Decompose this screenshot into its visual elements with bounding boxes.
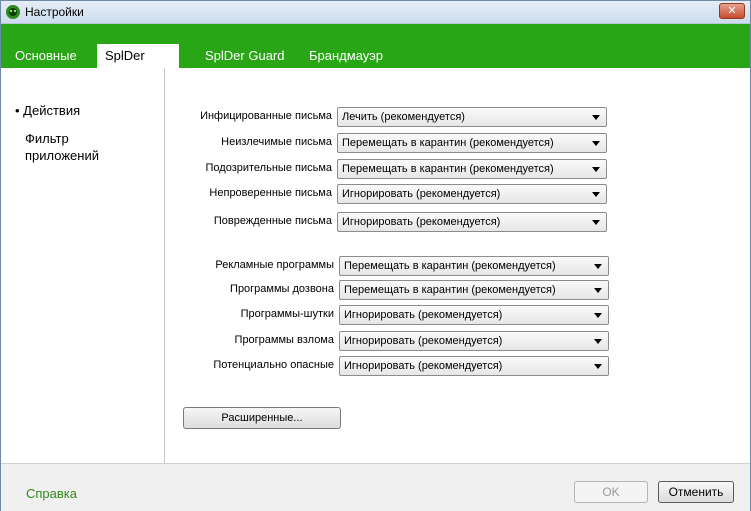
row-label: Потенциально опасные (213, 359, 334, 371)
tab-spider-guard[interactable]: SplDer Guard (197, 44, 292, 68)
select-infected-mail[interactable]: Лечить (рекомендуется) (337, 107, 607, 127)
select-value: Игнорировать (рекомендуется) (342, 188, 501, 200)
select-value: Игнорировать (рекомендуется) (344, 335, 503, 347)
tab-bar: Основные SplDer Mail SplDer Guard Брандм… (1, 24, 750, 87)
select-value: Игнорировать (рекомендуется) (344, 360, 503, 372)
select-suspicious-mail[interactable]: Перемещать в карантин (рекомендуется) (337, 159, 607, 179)
row-label: Программы дозвона (230, 283, 334, 295)
spider-icon (6, 5, 20, 19)
row-label: Непроверенные письма (209, 187, 332, 199)
select-value: Перемещать в карантин (рекомендуется) (342, 163, 554, 175)
dropdown-arrow-icon (592, 220, 600, 225)
dropdown-arrow-icon (592, 115, 600, 120)
select-value: Перемещать в карантин (рекомендуется) (344, 260, 556, 272)
select-dialers[interactable]: Перемещать в карантин (рекомендуется) (339, 280, 609, 300)
help-link[interactable]: Справка (26, 486, 77, 501)
sidebar-item-app-filter[interactable]: Фильтр приложений (25, 130, 99, 164)
close-button[interactable]: ✕ (719, 3, 745, 19)
window-title: Настройки (25, 5, 84, 19)
row-label: Рекламные программы (215, 259, 334, 271)
select-riskware[interactable]: Игнорировать (рекомендуется) (339, 356, 609, 376)
select-value: Лечить (рекомендуется) (342, 111, 465, 123)
select-value: Игнорировать (рекомендуется) (342, 216, 501, 228)
sidebar-item-actions[interactable]: • Действия (15, 103, 80, 118)
settings-window: Настройки ✕ Основные SplDer Mail SplDer … (0, 0, 751, 511)
select-jokes[interactable]: Игнорировать (рекомендуется) (339, 305, 609, 325)
content-area: • Действия Фильтр приложений Инфицирован… (1, 68, 750, 463)
dropdown-arrow-icon (592, 141, 600, 146)
select-damaged-mail[interactable]: Игнорировать (рекомендуется) (337, 212, 607, 232)
dropdown-arrow-icon (594, 313, 602, 318)
select-adware[interactable]: Перемещать в карантин (рекомендуется) (339, 256, 609, 276)
select-value: Перемещать в карантин (рекомендуется) (344, 284, 556, 296)
close-icon: ✕ (727, 5, 737, 17)
bottom-bar: Справка OK Отменить (1, 463, 750, 511)
tab-spider-mail[interactable]: SplDer Mail (97, 44, 179, 87)
select-value: Игнорировать (рекомендуется) (344, 309, 503, 321)
row-label: Программы взлома (234, 334, 334, 346)
select-hacktools[interactable]: Игнорировать (рекомендуется) (339, 331, 609, 351)
cancel-button[interactable]: Отменить (658, 481, 734, 503)
row-label: Неизлечимые письма (221, 136, 332, 148)
row-label: Подозрительные письма (205, 162, 332, 174)
tab-firewall[interactable]: Брандмауэр (301, 44, 391, 68)
dropdown-arrow-icon (594, 288, 602, 293)
dropdown-arrow-icon (594, 339, 602, 344)
select-unchecked-mail[interactable]: Игнорировать (рекомендуется) (337, 184, 607, 204)
select-value: Перемещать в карантин (рекомендуется) (342, 137, 554, 149)
ok-button[interactable]: OK (574, 481, 648, 503)
dropdown-arrow-icon (592, 192, 600, 197)
title-bar: Настройки ✕ (1, 1, 750, 24)
row-label: Инфицированные письма (200, 110, 332, 122)
row-label: Поврежденные письма (213, 215, 332, 227)
select-incurable-mail[interactable]: Перемещать в карантин (рекомендуется) (337, 133, 607, 153)
advanced-button[interactable]: Расширенные... (183, 407, 341, 429)
dropdown-arrow-icon (594, 264, 602, 269)
row-label: Программы-шутки (240, 308, 334, 320)
tab-general[interactable]: Основные (7, 44, 85, 68)
dropdown-arrow-icon (594, 364, 602, 369)
dropdown-arrow-icon (592, 167, 600, 172)
